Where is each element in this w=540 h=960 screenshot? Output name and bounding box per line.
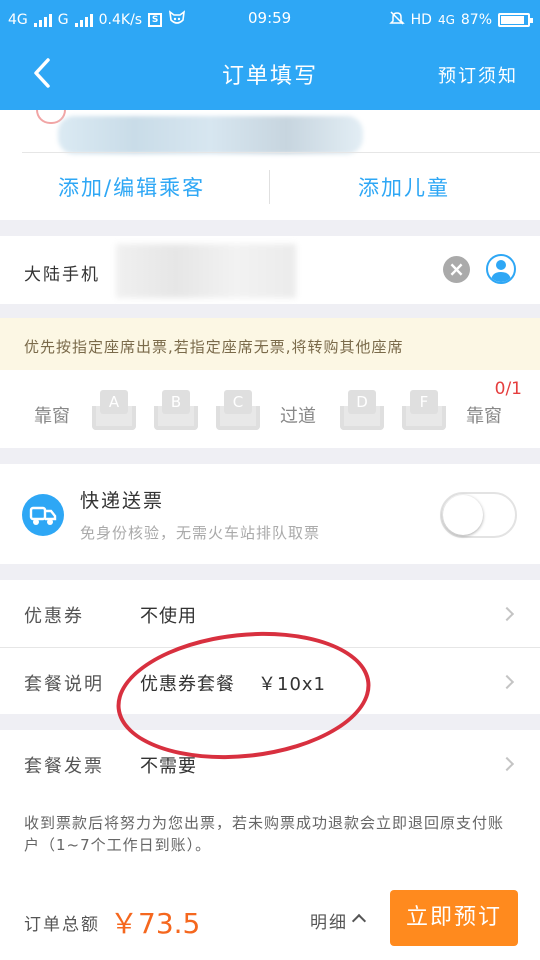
- battery-icon: [498, 13, 533, 27]
- window-label-right: 靠窗: [466, 406, 502, 427]
- phone-input[interactable]: [116, 244, 296, 298]
- network-type-3: 4G: [437, 13, 455, 27]
- bottom-bar: 订单总额 ￥73.5 明细 立即预订: [0, 876, 540, 960]
- package-label: 套餐说明: [24, 674, 104, 695]
- total-label: 订单总额: [24, 915, 100, 935]
- passenger-name-redacted: [58, 116, 363, 154]
- battery-percent: 87%: [460, 12, 492, 28]
- note-text: 收到票款后将努力为您出票，若未购票成功退款会立即退回原支付账户（1~7个工作日到…: [24, 814, 505, 854]
- toggle-knob: [443, 495, 483, 535]
- total-amount: ￥73.5: [110, 907, 201, 940]
- coupon-value[interactable]: 不使用: [140, 602, 197, 628]
- book-now-button[interactable]: 立即预订: [390, 890, 518, 946]
- chevron-right-icon[interactable]: [499, 606, 515, 622]
- seat-a[interactable]: A: [92, 390, 136, 430]
- delivery-truck-icon: [22, 494, 64, 536]
- status-bar: 4G G 0.4K/s S 09:59 HD 4G 87%: [0, 0, 540, 36]
- invoice-label: 套餐发票: [24, 756, 104, 777]
- refund-note: 收到票款后将努力为您出票，若未购票成功退款会立即退回原支付账户（1~7个工作日到…: [0, 798, 540, 876]
- aisle-label: 过道: [280, 406, 316, 427]
- seat-b[interactable]: B: [154, 390, 198, 430]
- notification-app-icon: [168, 10, 186, 30]
- mute-icon: [388, 10, 405, 30]
- phone-label: 大陆手机: [24, 265, 100, 285]
- network-type-1: 4G: [8, 12, 28, 28]
- signal-icon: [33, 13, 52, 27]
- seat-c[interactable]: C: [216, 390, 260, 430]
- passenger-section: 添加/编辑乘客 添加儿童: [0, 110, 540, 220]
- nav-bar: 订单填写 预订须知: [0, 36, 540, 110]
- divider: [269, 170, 270, 204]
- chevron-right-icon[interactable]: [499, 674, 515, 690]
- delivery-subtitle: 免身份核验，无需火车站排队取票: [80, 524, 321, 542]
- add-child-button[interactable]: 添加儿童: [358, 172, 450, 202]
- signal-icon-2: [74, 13, 93, 27]
- notification-s-icon: S: [148, 13, 163, 27]
- network-type-2: G: [57, 12, 69, 28]
- add-edit-passenger-button[interactable]: 添加/编辑乘客: [58, 172, 205, 202]
- network-speed: 0.4K/s: [98, 12, 143, 28]
- hd-label: HD: [410, 12, 432, 28]
- chevron-up-icon[interactable]: [351, 913, 367, 929]
- seat-notice: 优先按指定座席出票,若指定座席无票,将转购其他座席: [0, 318, 540, 370]
- clock: 09:59: [248, 9, 292, 27]
- window-label-left: 靠窗: [34, 406, 70, 427]
- coupon-label: 优惠券: [24, 606, 84, 627]
- booking-notice-link[interactable]: 预订须知: [438, 62, 518, 88]
- contact-person-icon[interactable]: [486, 254, 516, 284]
- delivery-title: 快递送票: [80, 490, 165, 512]
- seat-d[interactable]: D: [340, 390, 384, 430]
- divider: [22, 152, 540, 153]
- delivery-toggle[interactable]: [440, 492, 517, 538]
- detail-button[interactable]: 明细: [310, 908, 348, 933]
- chevron-right-icon[interactable]: [499, 756, 515, 772]
- clear-icon[interactable]: ×: [443, 256, 470, 283]
- seat-count: 0/1: [494, 379, 522, 399]
- seat-f[interactable]: F: [402, 390, 446, 430]
- seat-selection: 0/1 靠窗 A B C 过道 D F 靠窗: [0, 370, 540, 448]
